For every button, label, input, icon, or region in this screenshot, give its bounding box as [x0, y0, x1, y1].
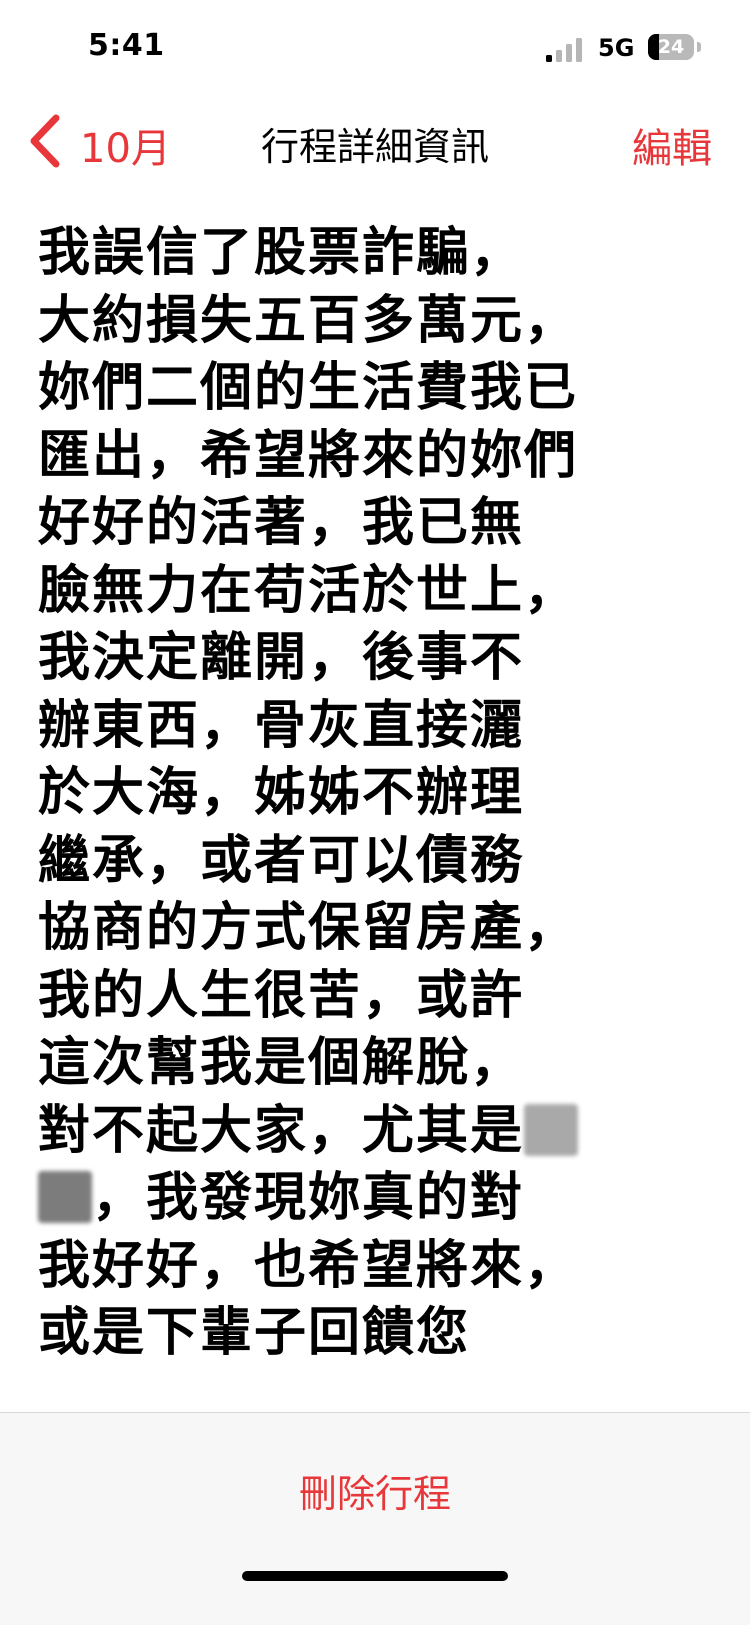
- battery-icon: 24: [648, 34, 694, 60]
- back-button[interactable]: 10月: [16, 108, 206, 172]
- battery-level: 24: [657, 36, 685, 58]
- note-line: ，我發現妳真的對: [38, 1165, 728, 1233]
- redacted-name: [38, 1171, 92, 1223]
- bottom-toolbar: 刪除行程: [0, 1412, 750, 1625]
- note-line: 這次幫我是個解脫，: [38, 1033, 525, 1093]
- note-line: 協商的方式保留房產，: [38, 898, 579, 958]
- redacted-name: [524, 1103, 579, 1156]
- cellular-signal-icon: [546, 36, 586, 62]
- note-line: 我誤信了股票詐騙，: [38, 223, 525, 283]
- note-line: 妳們二個的生活費我已: [38, 358, 579, 418]
- note-line: 我的人生很苦，或許: [38, 965, 525, 1026]
- home-indicator[interactable]: [242, 1571, 508, 1581]
- edit-button[interactable]: 編輯: [632, 116, 712, 174]
- chevron-left-icon: [30, 114, 60, 168]
- network-type: 5G: [598, 34, 635, 62]
- note-line: 對不起大家，尤其是: [38, 1098, 728, 1166]
- note-line: 於大海，姊姊不辦理: [38, 763, 525, 823]
- note-line: 臉無力在苟活於世上，: [38, 560, 579, 621]
- status-time: 5:41: [88, 28, 165, 63]
- status-bar: 5:41 5G 24: [0, 0, 750, 100]
- note-line: 我決定離開，後事不: [38, 628, 525, 688]
- battery-cap: [697, 42, 701, 52]
- back-label: 10月: [80, 126, 171, 172]
- note-line-text: 對不起大家，尤其是: [38, 1100, 525, 1161]
- note-line-text: ，我發現妳真的對: [92, 1168, 525, 1228]
- note-line: 或是下輩子回饋您: [38, 1303, 471, 1363]
- event-notes: 我誤信了股票詐騙， 大約損失五百多萬元， 妳們二個的生活費我已 匯出，希望將來的…: [38, 220, 728, 1368]
- note-line: 繼承，或者可以債務: [38, 830, 525, 891]
- note-line: 好好的活著，我已無: [38, 493, 525, 553]
- note-line: 匯出，希望將來的妳們: [38, 425, 579, 486]
- note-line: 辦東西，骨灰直接灑: [38, 695, 525, 756]
- page-title: 行程詳細資訊: [260, 125, 489, 169]
- note-line: 我好好，也希望將來，: [38, 1235, 579, 1296]
- nav-bar: 10月 行程詳細資訊 編輯: [0, 100, 750, 180]
- delete-event-button[interactable]: 刪除行程: [0, 1463, 750, 1518]
- note-line: 大約損失五百多萬元，: [38, 290, 579, 351]
